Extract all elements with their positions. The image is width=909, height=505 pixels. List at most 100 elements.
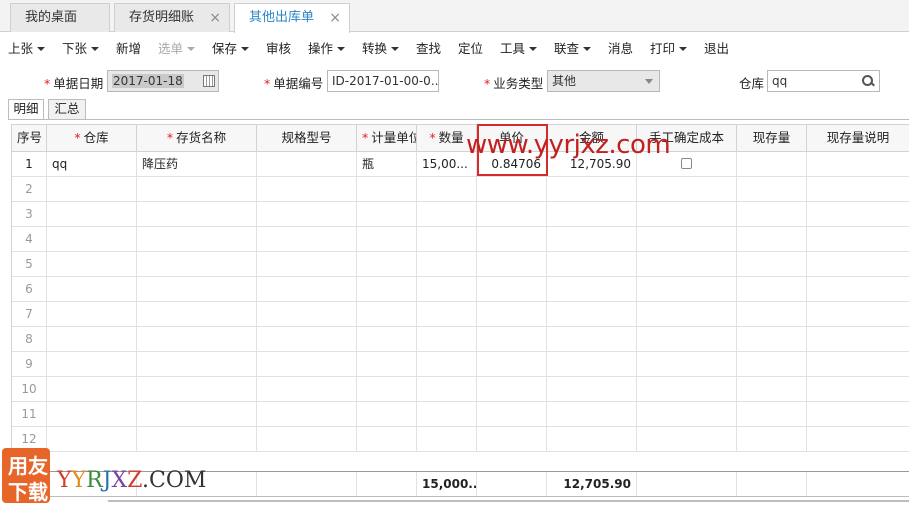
grid-cell[interactable]: [477, 177, 547, 201]
grid-cell[interactable]: [357, 377, 417, 401]
grid-cell[interactable]: [807, 177, 909, 201]
grid-cell[interactable]: [737, 252, 807, 276]
audit-button[interactable]: 审核: [266, 38, 291, 57]
grid-cell[interactable]: [737, 427, 807, 451]
table-row[interactable]: 2: [12, 177, 909, 202]
grid-cell[interactable]: [477, 352, 547, 376]
grid-cell[interactable]: [547, 352, 637, 376]
grid-cell[interactable]: [47, 252, 137, 276]
tools-button[interactable]: 工具: [500, 38, 538, 57]
table-row[interactable]: 12: [12, 427, 909, 452]
grid-cell[interactable]: [547, 252, 637, 276]
prev-button[interactable]: 上张: [8, 38, 46, 57]
table-row[interactable]: 4: [12, 227, 909, 252]
cell-spec[interactable]: [257, 152, 357, 176]
grid-cell[interactable]: [357, 227, 417, 251]
grid-cell[interactable]: [417, 227, 477, 251]
locate-button[interactable]: 定位: [458, 38, 483, 57]
select-bill-button[interactable]: 选单: [158, 38, 196, 57]
table-row[interactable]: 5: [12, 252, 909, 277]
print-button[interactable]: 打印: [650, 38, 688, 57]
grid-cell[interactable]: [737, 402, 807, 426]
grid-cell[interactable]: [357, 427, 417, 451]
grid-cell[interactable]: [47, 377, 137, 401]
grid-cell[interactable]: [477, 377, 547, 401]
cell-amount[interactable]: 12,705.90: [547, 152, 637, 176]
date-field[interactable]: 2017-01-18: [107, 70, 219, 92]
warehouse-field[interactable]: qq: [767, 70, 880, 92]
grid-cell[interactable]: [417, 252, 477, 276]
grid-cell[interactable]: [807, 202, 909, 226]
grid-cell[interactable]: [417, 177, 477, 201]
grid-cell[interactable]: [737, 302, 807, 326]
grid-cell[interactable]: [137, 402, 257, 426]
grid-cell[interactable]: [47, 352, 137, 376]
table-row[interactable]: 11: [12, 402, 909, 427]
grid-cell[interactable]: [637, 202, 737, 226]
grid-cell[interactable]: [807, 377, 909, 401]
grid-cell[interactable]: [257, 352, 357, 376]
grid-cell[interactable]: [547, 427, 637, 451]
grid-cell[interactable]: [737, 177, 807, 201]
grid-cell[interactable]: [257, 327, 357, 351]
grid-cell[interactable]: [807, 302, 909, 326]
table-row[interactable]: 8: [12, 327, 909, 352]
grid-cell[interactable]: [637, 377, 737, 401]
grid-cell[interactable]: [47, 277, 137, 301]
save-button[interactable]: 保存: [212, 38, 250, 57]
grid-cell[interactable]: [257, 227, 357, 251]
grid-cell[interactable]: [807, 227, 909, 251]
table-row[interactable]: 6: [12, 277, 909, 302]
table-row[interactable]: 9: [12, 352, 909, 377]
find-button[interactable]: 查找: [416, 38, 441, 57]
grid-cell[interactable]: [477, 327, 547, 351]
message-button[interactable]: 消息: [608, 38, 633, 57]
grid-cell[interactable]: [137, 277, 257, 301]
tab-other-outbound[interactable]: 其他出库单 ×: [234, 3, 350, 33]
grid-cell[interactable]: [47, 227, 137, 251]
grid-cell[interactable]: [417, 327, 477, 351]
grid-cell[interactable]: [137, 227, 257, 251]
grid-cell[interactable]: [357, 402, 417, 426]
close-icon[interactable]: ×: [329, 4, 341, 32]
grid-cell[interactable]: [257, 427, 357, 451]
grid-cell[interactable]: [637, 302, 737, 326]
grid-cell[interactable]: [637, 402, 737, 426]
search-icon[interactable]: [861, 74, 875, 88]
grid-cell[interactable]: [417, 302, 477, 326]
grid-cell[interactable]: [47, 302, 137, 326]
grid-cell[interactable]: [547, 202, 637, 226]
grid-cell[interactable]: [477, 227, 547, 251]
grid-cell[interactable]: [637, 252, 737, 276]
next-button[interactable]: 下张: [62, 38, 100, 57]
grid-cell[interactable]: [137, 177, 257, 201]
close-icon[interactable]: ×: [209, 4, 221, 32]
grid-cell[interactable]: [477, 252, 547, 276]
grid-cell[interactable]: [637, 227, 737, 251]
grid-cell[interactable]: [737, 327, 807, 351]
grid-cell[interactable]: [137, 252, 257, 276]
subtab-summary[interactable]: 汇总: [48, 99, 86, 119]
business-type-select[interactable]: 其他: [547, 70, 660, 92]
grid-cell[interactable]: [417, 352, 477, 376]
tab-my-desktop[interactable]: 我的桌面: [10, 3, 110, 32]
grid-cell[interactable]: [807, 277, 909, 301]
grid-cell[interactable]: [257, 277, 357, 301]
tab-inventory-ledger[interactable]: 存货明细账 ×: [114, 3, 230, 32]
grid-cell[interactable]: [477, 277, 547, 301]
cell-item[interactable]: 降压药: [137, 152, 257, 176]
grid-cell[interactable]: [257, 302, 357, 326]
table-row[interactable]: 3: [12, 202, 909, 227]
grid-cell[interactable]: [737, 377, 807, 401]
grid-cell[interactable]: [807, 427, 909, 451]
grid-cell[interactable]: [137, 377, 257, 401]
cell-unit[interactable]: 瓶: [357, 152, 417, 176]
cell-price[interactable]: 0.84706: [477, 152, 547, 176]
grid-cell[interactable]: [257, 177, 357, 201]
grid-cell[interactable]: [47, 402, 137, 426]
new-button[interactable]: 新增: [116, 38, 141, 57]
grid-cell[interactable]: [257, 252, 357, 276]
linked-query-button[interactable]: 联查: [554, 38, 592, 57]
grid-cell[interactable]: [547, 377, 637, 401]
grid-cell[interactable]: [357, 352, 417, 376]
